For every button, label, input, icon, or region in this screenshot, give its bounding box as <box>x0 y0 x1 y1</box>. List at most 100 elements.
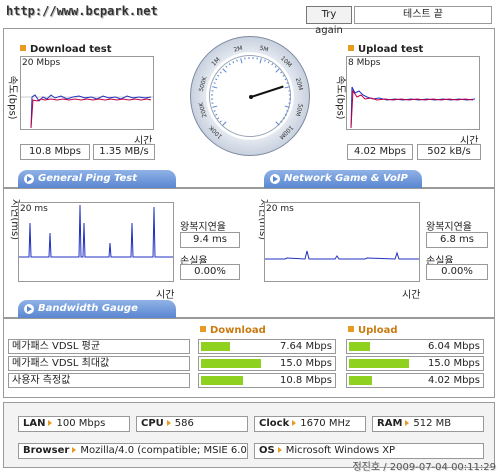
download-graph <box>21 94 153 129</box>
gauge-tick <box>236 59 238 62</box>
gauge-tick-label: 10M <box>279 55 293 69</box>
gauge-tick-label: 5M <box>259 45 270 54</box>
gauge-tick <box>280 120 283 123</box>
ping-loss: 0.00% <box>180 264 240 280</box>
lan-arrow-icon <box>48 420 53 426</box>
ping-latency: 9.4 ms <box>180 232 240 248</box>
gauge-tick <box>274 65 277 68</box>
gauge-tick <box>286 110 289 112</box>
bandwidth-row-label: 사용자 측정값 <box>8 373 190 388</box>
bandwidth-up-cell: 4.02 Mbps <box>346 373 484 388</box>
cpu-arrow-icon <box>166 420 171 426</box>
download-mbps: 10.8 Mbps <box>20 144 90 160</box>
bandwidth-down-value: 10.8 Mbps <box>280 375 332 386</box>
gauge-tick <box>212 105 218 108</box>
gauge-tick <box>275 68 280 73</box>
footer-signature: 정진호 / 2009-07-04 00:11:29 <box>352 462 496 473</box>
bandwidth-up-value: 15.0 Mbps <box>428 358 480 369</box>
gauge-tick <box>275 121 280 126</box>
ping-time-label: 시간 <box>156 290 175 301</box>
gauge-tick <box>219 120 222 123</box>
gauge-tick <box>284 113 287 116</box>
bw-upload-bullet-icon <box>348 326 354 332</box>
gauge-hub <box>249 95 253 99</box>
upload-graph <box>350 86 476 129</box>
gauge-tick <box>271 63 274 66</box>
gauge-tick-label: 2M <box>233 45 244 54</box>
gauge-tick <box>222 121 227 126</box>
gauge-tick-label: 100M <box>278 124 295 141</box>
bandwidth-section-header: Bandwidth Gauge <box>18 300 176 318</box>
gauge-tick <box>284 105 290 108</box>
game-graph <box>265 250 419 260</box>
gauge-tick <box>284 86 290 89</box>
ping-section-header: General Ping Test <box>18 170 176 188</box>
bandwidth-down-value: 15.0 Mbps <box>280 358 332 369</box>
bandwidth-up-value: 4.02 Mbps <box>428 375 480 386</box>
gauge-tick-label: 50M <box>294 103 304 117</box>
gauge-tick <box>280 71 283 74</box>
bandwidth-arrow-icon <box>24 304 34 314</box>
ping-graph <box>19 204 173 258</box>
bandwidth-up-bar <box>349 376 372 385</box>
bandwidth-up-cell: 15.0 Mbps <box>346 356 484 371</box>
gauge-tick <box>232 61 235 64</box>
try-again-button[interactable]: Try again <box>306 6 352 36</box>
ram-info: RAM 512 MB <box>372 416 484 432</box>
bandwidth-row-label: 메가패스 VDSL 최대값 <box>8 356 190 371</box>
gauge-tick <box>217 74 220 77</box>
bw-download-bullet-icon <box>200 326 206 332</box>
gauge-tick <box>215 113 218 116</box>
bandwidth-row-label: 메가패스 VDSL 평균 <box>8 339 190 354</box>
status-display: 테스트 끝 <box>354 6 492 24</box>
upload-title: Upload test <box>348 44 423 55</box>
ping-latency-label: 왕복지연율 <box>180 222 226 233</box>
gauge-tick-label: 20M <box>294 77 304 91</box>
game-arrow-icon <box>270 174 280 184</box>
bandwidth-down-bar <box>201 376 243 385</box>
download-mbs: 1.35 MB/s <box>93 144 155 160</box>
cpu-info: CPU 586 <box>136 416 248 432</box>
gauge-tick <box>213 82 216 84</box>
gauge-tick <box>212 86 218 89</box>
bandwidth-down-cell: 10.8 Mbps <box>198 373 336 388</box>
gauge-tick <box>228 63 231 66</box>
bandwidth-upload-header: Upload <box>348 325 397 336</box>
bandwidth-up-value: 6.04 Mbps <box>428 341 480 352</box>
gauge-needle-layer: 100K 200K 500K1M 2M 5M 10M20M 50M 100M <box>198 45 304 141</box>
browser-arrow-icon <box>72 447 77 453</box>
upload-chart: 8 Mbps <box>346 56 480 130</box>
game-latency: 6.8 ms <box>426 232 488 248</box>
gauge-tick <box>264 59 266 62</box>
ram-arrow-icon <box>405 420 410 426</box>
gauge-tick-label: 200K <box>198 100 209 118</box>
gauge-tick <box>282 74 285 77</box>
gauge-tick <box>225 65 228 68</box>
bandwidth-down-cell: 7.64 Mbps <box>198 339 336 354</box>
gauge-tick <box>240 58 243 64</box>
gauge-tick <box>213 110 216 112</box>
gauge-tick <box>267 61 270 64</box>
download-title: Download test <box>20 44 112 55</box>
download-bullet-icon <box>20 45 26 51</box>
game-time-label: 시간 <box>402 290 421 301</box>
gauge-tick-label: 1M <box>210 56 221 67</box>
bandwidth-down-bar <box>201 359 261 368</box>
bandwidth-download-header: Download <box>200 325 266 336</box>
download-chart: 20 Mbps <box>20 56 154 130</box>
game-section-header: Network Game & VoIP Test <box>264 170 422 202</box>
game-loss: 0.00% <box>426 264 488 280</box>
site-logo: http://www.bcpark.net <box>6 4 158 18</box>
bandwidth-down-bar <box>201 342 230 351</box>
clock-arrow-icon <box>292 420 297 426</box>
game-latency-label: 왕복지연율 <box>426 222 472 233</box>
browser-info: Browser Mozilla/4.0 (compatible; MSIE 6.0 <box>18 443 248 459</box>
bandwidth-up-bar <box>349 359 409 368</box>
os-info: OS Microsoft Windows XP <box>254 443 484 459</box>
gauge-tick <box>222 68 227 73</box>
gauge-tick-label: 500K <box>198 75 209 93</box>
ping-chart: 20 ms <box>18 202 174 282</box>
bandwidth-up-bar <box>349 342 370 351</box>
gauge-tick <box>219 71 222 74</box>
gauge-tick <box>215 78 218 81</box>
